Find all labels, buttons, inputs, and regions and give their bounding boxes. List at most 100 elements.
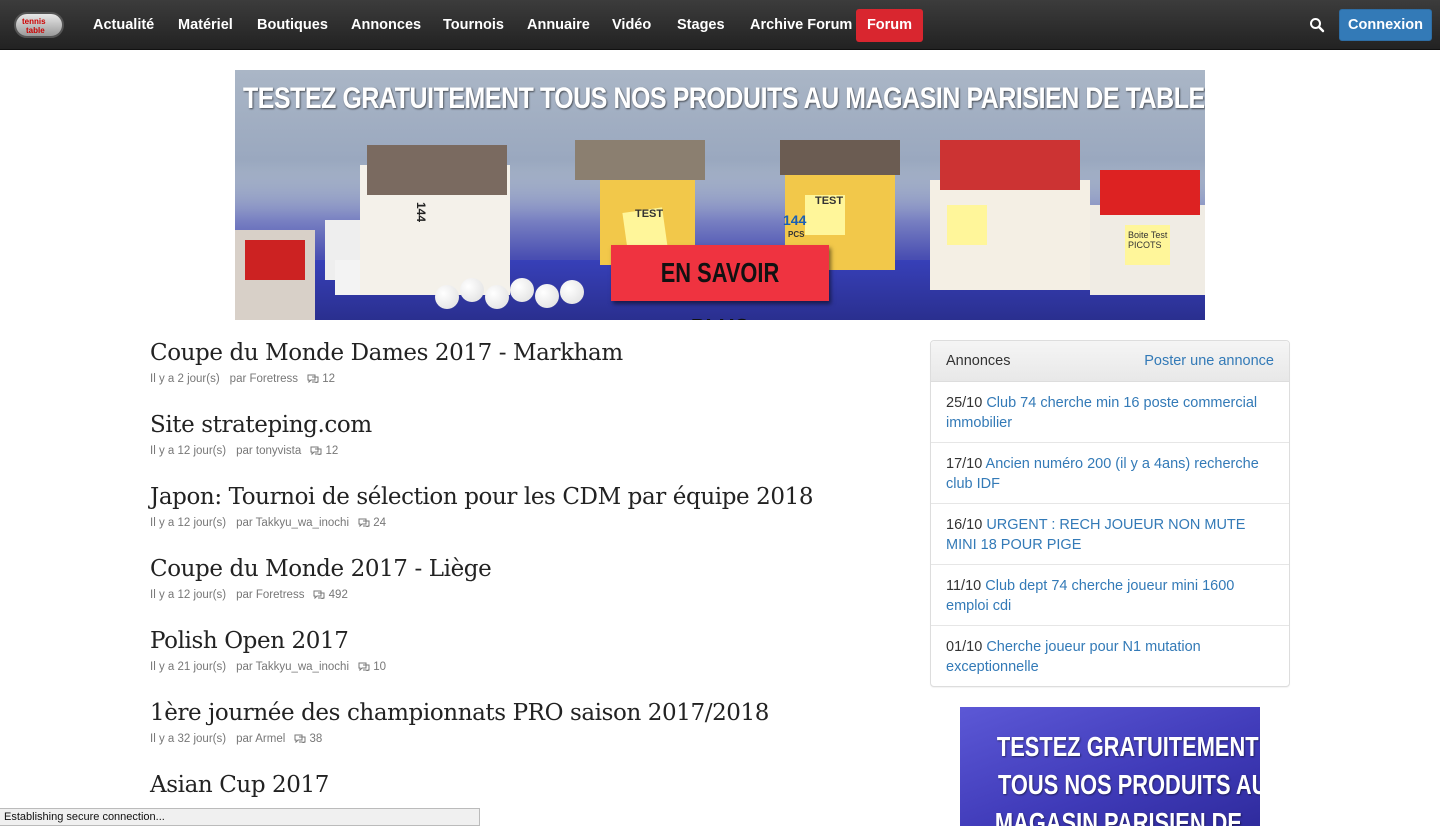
article-item: Asian Cup 2017 [150,772,890,798]
article-item: Coupe du Monde Dames 2017 - Markham Il y… [150,340,890,385]
box-label-picots: Boite Test PICOTS [1128,230,1168,250]
ping-pong-ball [535,284,559,308]
nav-item-forum[interactable]: Forum [856,9,923,42]
sidebar-ad-line: MAGASIN PARISIEN DE [960,807,1260,826]
article-title[interactable]: Asian Cup 2017 [150,772,329,798]
annonce-item: 11/10 Club dept 74 cherche joueur mini 1… [931,565,1289,626]
nav-item-materiel[interactable]: Matériel [178,0,233,50]
article-title[interactable]: Polish Open 2017 [150,628,349,654]
article-title[interactable]: Coupe du Monde Dames 2017 - Markham [150,340,623,366]
ping-pong-ball [510,278,534,302]
article-meta: Il y a 21 jour(s) par Takkyu_wa_inochi 10 [150,661,386,673]
nav-item-archive-forum[interactable]: Archive Forum [750,0,852,50]
banner-title: TESTEZ GRATUITEMENT TOUS NOS PRODUITS AU… [243,82,1205,115]
box-label-144: 144 [414,201,429,223]
annonce-link[interactable]: Club dept 74 cherche joueur mini 1600 em… [946,578,1234,614]
comments-icon [294,734,306,743]
top-navbar: tennis table Actualité Matériel Boutique… [0,0,1440,50]
article-author[interactable]: par Takkyu_wa_inochi [236,661,349,673]
article-item: Japon: Tournoi de sélection pour les CDM… [150,484,890,529]
annonce-item: 17/10 Ancien numéro 200 (il y a 4ans) re… [931,443,1289,504]
nav-item-annuaire[interactable]: Annuaire [527,0,590,50]
article-item: Coupe du Monde 2017 - Liège Il y a 12 jo… [150,556,890,601]
nav-item-boutiques[interactable]: Boutiques [257,0,328,50]
article-author[interactable]: par tonyvista [236,445,301,457]
nav-item-tournois[interactable]: Tournois [443,0,504,50]
article-author[interactable]: par Foretress [230,373,298,385]
article-comments-count: 24 [373,517,387,529]
article-item: Polish Open 2017 Il y a 21 jour(s) par Ta… [150,628,890,673]
comments-icon [358,518,370,527]
article-age: Il y a 32 jour(s) [150,733,227,745]
annonces-panel: Annonces Poster une annonce 25/10 Club 7… [930,340,1290,687]
article-title[interactable]: Site strateping.com [150,412,372,438]
login-button[interactable]: Connexion [1339,9,1432,41]
sidebar-ad-text: TESTEZ GRATUITEMENT [996,731,1259,762]
box-label-test-b: TEST [815,195,844,207]
search-icon[interactable] [1309,17,1325,33]
article-age: Il y a 21 jour(s) [150,661,227,673]
annonce-link[interactable]: Ancien numéro 200 (il y a 4ans) recherch… [946,456,1259,492]
box-label-test: TEST [635,208,664,220]
ping-pong-ball [485,285,509,309]
article-item: Site strateping.com Il y a 12 jour(s) par… [150,412,890,457]
nav-item-annonces[interactable]: Annonces [351,0,421,50]
article-comments-count: 12 [325,445,339,457]
post-annonce-link[interactable]: Poster une annonce [1144,353,1274,369]
article-age: Il y a 12 jour(s) [150,445,227,457]
annonce-link[interactable]: URGENT : RECH JOUEUR NON MUTE MINI 18 PO… [946,517,1245,553]
annonce-date: 01/10 [946,639,983,655]
nav-item-stages[interactable]: Stages [677,0,725,50]
article-title[interactable]: Japon: Tournoi de sélection pour les CDM… [150,484,813,510]
article-meta: Il y a 12 jour(s) par Foretress 492 [150,589,348,601]
annonce-date: 11/10 [946,578,982,594]
annonce-date: 25/10 [946,395,983,411]
comments-icon [307,374,319,383]
browser-status-bar: Establishing secure connection... [0,808,480,826]
annonce-link[interactable]: Club 74 cherche min 16 poste commercial … [946,395,1257,431]
box-label-pcs: PCS [788,230,805,239]
article-age: Il y a 2 jour(s) [150,373,220,385]
ping-pong-ball [460,278,484,302]
sidebar-promo-ad[interactable]: TESTEZ GRATUITEMENT TOUS NOS PRODUITS AU… [960,707,1260,826]
annonce-date: 16/10 [946,517,983,533]
annonce-date: 17/10 [946,456,983,472]
sidebar-ad-text: MAGASIN PARISIEN DE [994,807,1243,826]
article-meta: Il y a 12 jour(s) par Takkyu_wa_inochi 24 [150,517,386,529]
article-author[interactable]: par Foretress [236,589,304,601]
box-label-144-b: 144 [783,212,807,228]
article-comments-count: 12 [322,373,336,385]
article-author[interactable]: par Takkyu_wa_inochi [236,517,349,529]
ping-pong-ball [560,280,584,304]
banner-cta-label: EN SAVOIR PLUS [660,257,780,320]
logo-text-top: tennis [22,17,46,26]
annonces-panel-title: Annonces [946,353,1011,369]
sidebar-ad-line: TOUS NOS PRODUITS AU [960,769,1260,801]
banner-cta-button[interactable]: EN SAVOIR PLUS [611,245,829,320]
article-comments-count: 38 [309,733,323,745]
article-meta: Il y a 32 jour(s) par Armel 38 [150,733,322,745]
article-meta: Il y a 12 jour(s) par tonyvista 12 [150,445,338,457]
ping-pong-ball [435,285,459,309]
article-age: Il y a 12 jour(s) [150,589,227,601]
nav-item-actualite[interactable]: Actualité [93,0,154,50]
promo-banner[interactable]: 144 TEST 144 TEST PCS Boite Test PICOTS … [235,70,1205,320]
annonce-link[interactable]: Cherche joueur pour N1 mutation exceptio… [946,639,1201,675]
article-title[interactable]: Coupe du Monde 2017 - Liège [150,556,492,582]
comments-icon [313,590,325,599]
annonce-item: 25/10 Club 74 cherche min 16 poste comme… [931,382,1289,443]
annonce-item: 01/10 Cherche joueur pour N1 mutation ex… [931,626,1289,687]
nav-item-video[interactable]: Vidéo [612,0,651,50]
comments-icon [358,662,370,671]
logo-text-bottom: table [26,26,45,35]
annonces-panel-header: Annonces Poster une annonce [931,341,1289,382]
sidebar-ad-text: TOUS NOS PRODUITS AU [997,769,1260,800]
sidebar-ad-line: TESTEZ GRATUITEMENT [960,731,1260,763]
article-title[interactable]: 1ère journée des championnats PRO saison… [150,700,769,726]
comments-icon [310,446,322,455]
site-logo[interactable]: tennis table [14,12,64,38]
article-meta: Il y a 2 jour(s) par Foretress 12 [150,373,335,385]
article-author[interactable]: par Armel [236,733,285,745]
article-item: 1ère journée des championnats PRO saison… [150,700,890,745]
annonce-item: 16/10 URGENT : RECH JOUEUR NON MUTE MINI… [931,504,1289,565]
